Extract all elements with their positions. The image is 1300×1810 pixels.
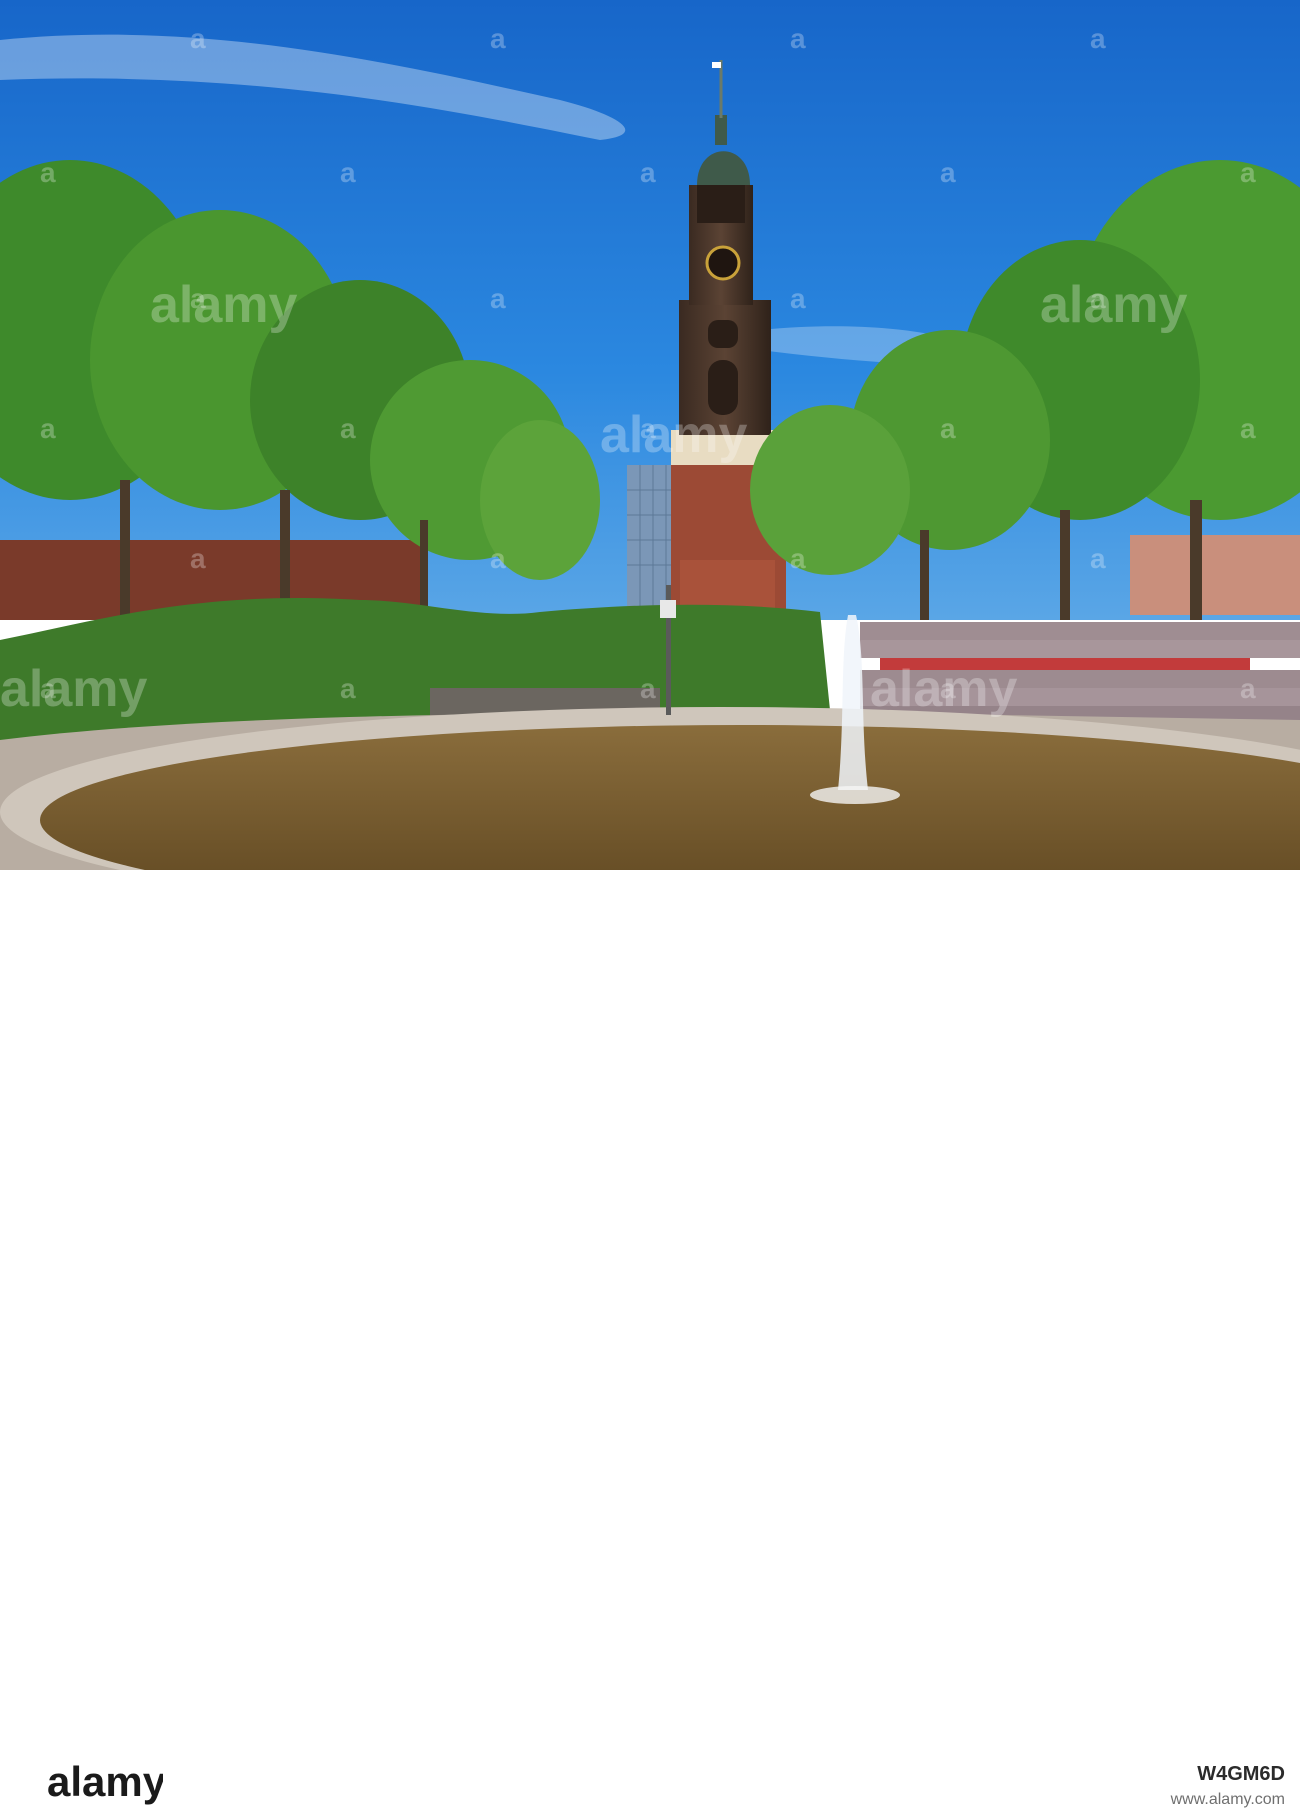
alamy-logo[interactable]: alamy: [47, 1760, 163, 1810]
site-url[interactable]: www.alamy.com: [1163, 1791, 1285, 1809]
photo: [0, 0, 1300, 870]
image-id: W4GM6D: [1197, 1763, 1285, 1785]
svg-text:alamy: alamy: [47, 1760, 163, 1805]
clock-face: [705, 245, 741, 281]
footer-bar: alamy W4GM6D www.alamy.com: [0, 870, 1300, 1808]
photo-scene: [0, 0, 1300, 870]
